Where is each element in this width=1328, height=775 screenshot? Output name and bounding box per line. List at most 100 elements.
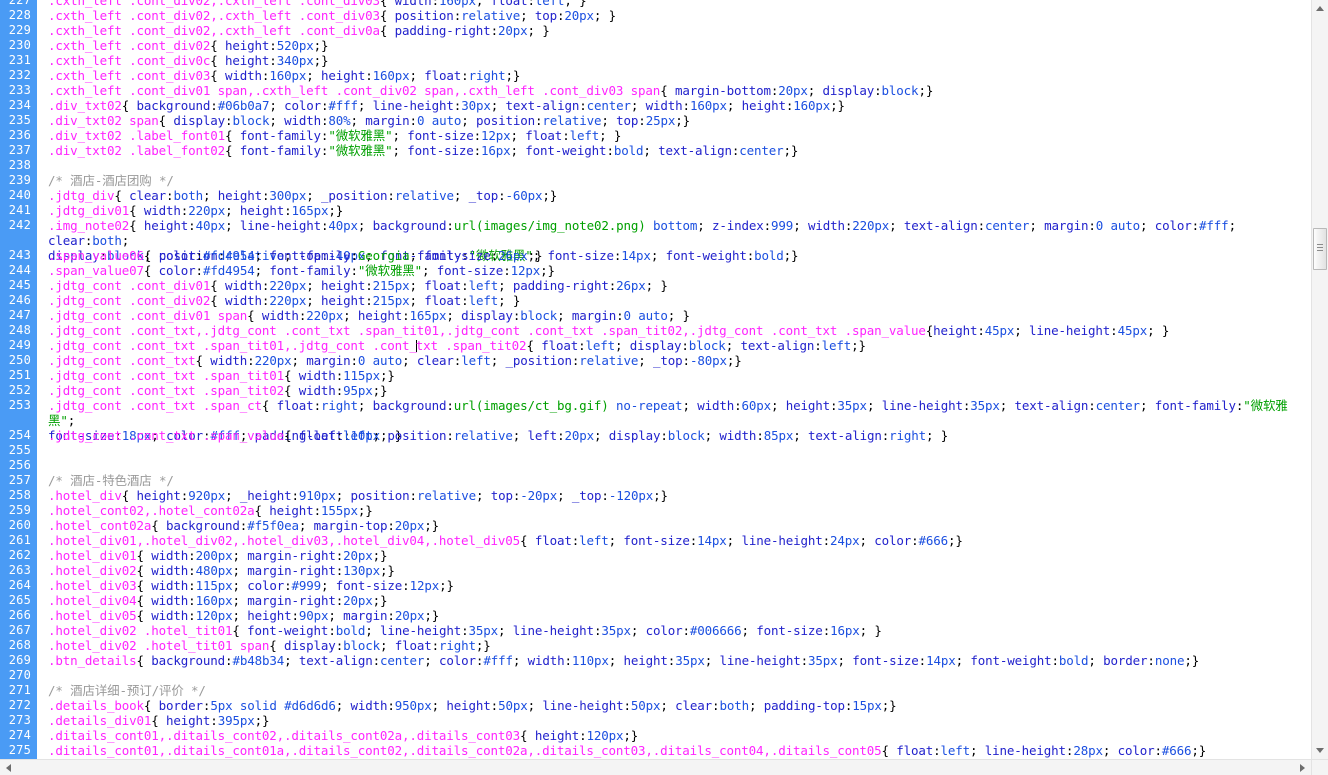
code-line[interactable]: [48, 158, 1311, 173]
code-line[interactable]: .hotel_div05{ width:120px; height:90px; …: [48, 608, 1311, 623]
horizontal-scrollbar[interactable]: [0, 759, 1311, 775]
scroll-up-arrow-icon[interactable]: [1312, 0, 1328, 17]
code-line[interactable]: .hotel_cont02a{ background: #f5f0ea; marg…: [48, 518, 1311, 533]
code-line[interactable]: .hotel_div03{ width:115px; color:#999; f…: [48, 578, 1311, 593]
code-token-pun: ;: [402, 353, 417, 368]
editor-viewport[interactable]: 227 228 229 230 231 232 233 234 235 236 237 238 239 2…: [0, 0, 1311, 759]
scroll-left-arrow-icon[interactable]: [0, 760, 17, 775]
code-text-area[interactable]: .cxth_left .cont_div02,.cxth_left .cont_…: [37, 0, 1311, 759]
code-line[interactable]: .div_txt02 .label_font01{ font-family: "微…: [48, 128, 1311, 143]
code-token-pun: {: [136, 563, 152, 578]
code-line[interactable]: /* 酒店详细-预订/评价 */: [48, 683, 1311, 698]
code-line[interactable]: .div_txt02 span{ display: block; width: 80…: [48, 113, 1311, 128]
code-line[interactable]: .span_value07{ color:#fd4954; font-famil…: [48, 263, 1311, 278]
code-token-prop: width: [151, 578, 189, 593]
code-line[interactable]: .cxth_left .cont_div0c{ height:340px;}: [48, 53, 1311, 68]
code-token-pun: ;}: [254, 713, 270, 728]
code-line[interactable]: .jdtg_cont .cont_txt .span_tit02{ width:…: [48, 383, 1311, 398]
code-token-prop: font-size: [852, 653, 919, 668]
code-token-pun: ;}: [328, 203, 344, 218]
vertical-scrollbar-thumb[interactable]: [1313, 228, 1327, 270]
code-line[interactable]: .hotel_div01{ width:200px; margin-right:…: [48, 548, 1311, 563]
code-line[interactable]: [48, 443, 1311, 458]
code-token-prop: height: [143, 218, 189, 233]
code-line[interactable]: /* 酒店-酒店团购 */: [48, 173, 1311, 188]
code-token-pun: {: [158, 113, 174, 128]
code-token-val: 155px: [320, 503, 358, 518]
code-token-pun: ;: [866, 398, 882, 413]
code-line[interactable]: .div_txt02{ background:#06b0a7; color:#f…: [48, 98, 1311, 113]
code-token-prop: display: [284, 638, 336, 653]
code-line[interactable]: .jdtg_div{ clear: both; height: 300px; _po…: [48, 188, 1311, 203]
code-token-prop: color: [645, 623, 683, 638]
code-line[interactable]: .cxth_left .cont_div02,.cxth_left .cont_…: [48, 8, 1311, 23]
code-line[interactable]: .jdtg_div01{ width:220px; height:165px;}: [48, 203, 1311, 218]
vertical-scrollbar[interactable]: [1311, 0, 1328, 759]
code-token-sel: .jdtg_cont .cont_div01 span: [48, 308, 248, 323]
code-line[interactable]: .hotel_div01,.hotel_div02,.hotel_div03,.…: [48, 533, 1311, 548]
code-line[interactable]: .btn_details{ background: #b48b34; text-a…: [48, 653, 1311, 668]
code-line[interactable]: .jdtg_cont .cont_txt .span_value{ float:…: [48, 428, 1311, 443]
line-number: 250: [8, 353, 31, 367]
code-line[interactable]: .cxth_left .cont_div02,.cxth_left .cont_…: [48, 23, 1311, 38]
code-token-val: #999: [291, 578, 322, 593]
code-line[interactable]: .details_book{ border: 5px solid #d6d6d6;…: [48, 698, 1311, 713]
code-token-pun: ;}: [783, 143, 799, 158]
code-line[interactable]: .hotel_div02 .hotel_tit01 span{ display:…: [48, 638, 1311, 653]
code-line[interactable]: .hotel_div{ height:920px; _height:910px;…: [48, 488, 1311, 503]
code-line[interactable]: .ditails_cont01,.ditails_cont01a,.ditail…: [48, 743, 1311, 758]
code-token-prop: border: [1103, 653, 1148, 668]
line-number: 271: [8, 683, 31, 697]
code-token-pun: :: [313, 503, 322, 518]
code-token-pun: :: [350, 248, 358, 263]
code-token-pun: ;: [409, 293, 425, 308]
code-line[interactable]: .jdtg_cont .cont_div01{ width: 220px; hei…: [48, 278, 1311, 293]
code-line[interactable]: .jdtg_cont .cont_txt{ width:220px; margi…: [48, 353, 1311, 368]
code-line[interactable]: .jdtg_cont .cont_div01 span{ width: 220px…: [48, 308, 1311, 323]
code-line[interactable]: .jdtg_cont .cont_txt .span_tit01,.jdtg_c…: [48, 338, 1311, 353]
code-token-prop: width: [527, 653, 565, 668]
code-line[interactable]: .cxth_left .cont_div02,.cxth_left .cont_…: [48, 0, 1311, 8]
code-token-val: 30px: [461, 98, 491, 113]
scroll-down-arrow-icon[interactable]: [1312, 742, 1328, 759]
code-line[interactable]: /* 酒店-特色酒店 */: [48, 473, 1311, 488]
code-line[interactable]: .jdtg_cont .cont_txt .span_ct{ float:rig…: [48, 398, 1311, 443]
code-line[interactable]: .jdtg_cont .cont_txt .span_tit01{ width:…: [48, 368, 1311, 383]
code-line[interactable]: .cxth_left .cont_div02{ height:520px;}: [48, 38, 1311, 53]
code-token-pun: ; }: [859, 623, 882, 638]
code-token-prop: display: [461, 308, 513, 323]
code-line[interactable]: .hotel_cont02,.hotel_cont02a{ height:155…: [48, 503, 1311, 518]
code-token-pun: :: [682, 98, 691, 113]
code-line[interactable]: .details_div01{ height:395px;}: [48, 713, 1311, 728]
code-line[interactable]: [48, 668, 1311, 683]
code-token-val: 20px: [564, 8, 594, 23]
code-line[interactable]: .img_note02{ height:40px; line-height:40…: [48, 218, 1311, 263]
code-line[interactable]: .jdtg_cont .cont_txt,.jdtg_cont .cont_tx…: [48, 323, 1311, 338]
code-token-pun: ;: [372, 428, 388, 443]
code-token-prop: background: [372, 398, 447, 413]
code-line[interactable]: .hotel_div02 .hotel_tit01{ font-weight:b…: [48, 623, 1311, 638]
code-line[interactable]: [48, 458, 1311, 473]
code-token-prop: color: [1117, 743, 1155, 758]
scroll-right-arrow-icon[interactable]: [1294, 760, 1311, 775]
line-number: 236: [8, 128, 31, 142]
code-token-val: bold: [754, 248, 784, 263]
code-line[interactable]: .hotel_div04{ width:160px; margin-right:…: [48, 593, 1311, 608]
code-token-pun: :: [188, 563, 196, 578]
code-line[interactable]: .hotel_div02{ width:480px; margin-right:…: [48, 563, 1311, 578]
code-token-val: 35px: [468, 623, 499, 638]
code-line[interactable]: .ditails_cont01,.ditails_cont02,.ditails…: [48, 728, 1311, 743]
code-token-prop: width: [210, 353, 248, 368]
code-token-val: 215px: [372, 278, 410, 293]
code-line[interactable]: .cxth_left .cont_div01 span,.cxth_left .…: [48, 83, 1311, 98]
code-line[interactable]: .cxth_left .cont_div03{ width:160px; hei…: [48, 68, 1311, 83]
code-token-val: block: [667, 428, 705, 443]
code-token-val: relative: [453, 428, 513, 443]
code-line[interactable]: .div_txt02 .label_font02{ font-family: "微…: [48, 143, 1311, 158]
code-token-pun: ;: [225, 488, 240, 503]
code-token-pun: ;: [431, 698, 447, 713]
code-line[interactable]: .jdtg_cont .cont_div02{ width: 220px; hei…: [48, 293, 1311, 308]
code-token-val: 35px: [837, 398, 867, 413]
code-token-pun: :: [933, 743, 941, 758]
code-token-pun: ;: [357, 98, 373, 113]
